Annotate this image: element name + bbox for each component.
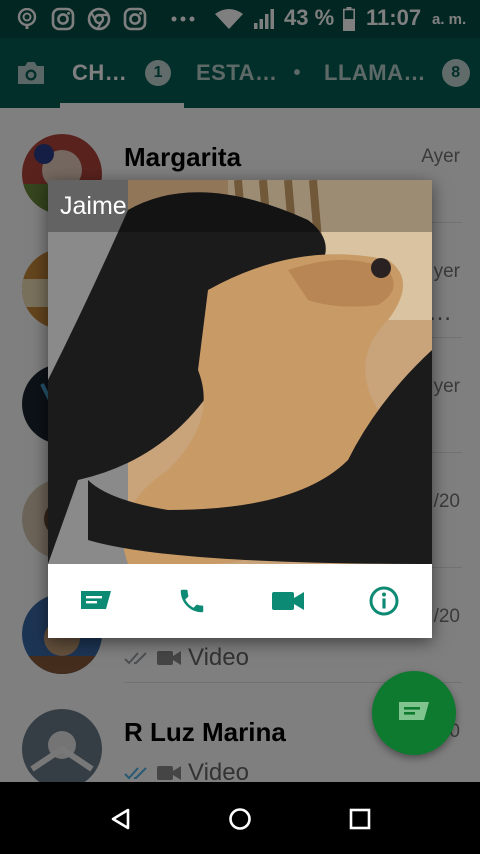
contact-quick-view: Jaime	[48, 180, 432, 638]
message-button[interactable]	[77, 582, 115, 620]
info-button[interactable]	[365, 582, 403, 620]
video-icon	[272, 592, 304, 610]
info-icon	[369, 586, 399, 616]
recents-button[interactable]	[345, 804, 375, 834]
phone-icon	[180, 589, 204, 613]
call-button[interactable]	[173, 582, 211, 620]
quick-actions	[48, 564, 432, 638]
system-nav-bar	[0, 782, 480, 854]
back-button[interactable]	[105, 804, 135, 834]
back-icon	[111, 808, 130, 830]
new-chat-button[interactable]	[372, 671, 456, 755]
new-chat-icon	[399, 702, 429, 720]
recents-icon	[349, 808, 371, 830]
contact-name: Jaime	[48, 180, 432, 232]
message-icon	[81, 591, 111, 609]
home-icon	[229, 808, 251, 830]
contact-photo[interactable]	[48, 180, 432, 564]
home-button[interactable]	[225, 804, 255, 834]
video-call-button[interactable]	[269, 582, 307, 620]
